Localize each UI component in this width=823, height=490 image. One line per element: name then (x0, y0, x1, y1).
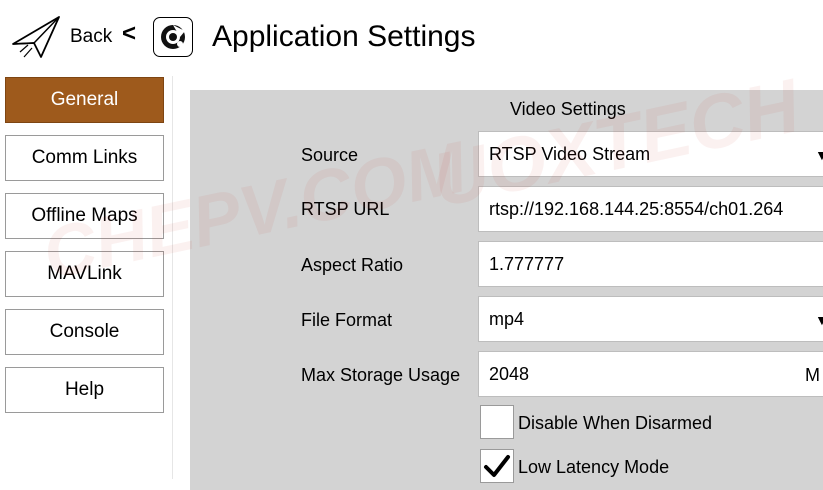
rtsp-url-label: RTSP URL (301, 199, 390, 219)
page-title: Application Settings (212, 20, 476, 53)
source-dropdown[interactable]: RTSP Video Stream (478, 131, 823, 177)
rtsp-url-field[interactable]: rtsp://192.168.144.25:8554/ch01.264 (478, 186, 823, 232)
sidebar-item-general[interactable]: General (5, 77, 164, 123)
qgc-settings-icon (153, 17, 193, 57)
sidebar-item-mavlink[interactable]: MAVLink (5, 251, 164, 297)
file-format-label: File Format (301, 310, 393, 330)
aspect-ratio-field[interactable]: 1.777777 (478, 241, 823, 287)
section-title-video-settings: Video Settings (510, 99, 626, 119)
paper-plane-icon (12, 16, 60, 58)
sidebar-item-help[interactable]: Help (5, 367, 164, 413)
rtsp-url-value: rtsp://192.168.144.25:8554/ch01.264 (489, 198, 784, 219)
sidebar-item-console[interactable]: Console (5, 309, 164, 355)
chevron-down-icon: ▼ (815, 312, 823, 328)
file-format-dropdown[interactable]: mp4 (478, 296, 823, 342)
low-latency-mode-label: Low Latency Mode (518, 457, 670, 477)
sidebar-item-comm-links[interactable]: Comm Links (5, 135, 164, 181)
breadcrumb-separator: < (122, 20, 137, 47)
chevron-down-icon: ▼ (815, 147, 823, 163)
max-storage-value: 2048 (489, 363, 530, 384)
back-label: Back (70, 26, 113, 47)
max-storage-field[interactable]: 2048 (478, 351, 823, 397)
aspect-ratio-value: 1.777777 (489, 253, 565, 274)
storage-unit: M (805, 365, 820, 385)
checkmark-icon (484, 455, 510, 477)
disable-when-disarmed-checkbox[interactable] (480, 405, 514, 439)
back-button[interactable]: Back (10, 14, 112, 60)
aspect-ratio-label: Aspect Ratio (301, 255, 404, 275)
disable-when-disarmed-label: Disable When Disarmed (518, 413, 713, 433)
max-storage-label: Max Storage Usage (301, 365, 461, 385)
low-latency-mode-checkbox[interactable] (480, 449, 514, 483)
sidebar-item-offline-maps[interactable]: Offline Maps (5, 193, 164, 239)
sidebar-divider (172, 76, 173, 479)
file-format-value: mp4 (489, 308, 525, 329)
source-value: RTSP Video Stream (489, 143, 651, 164)
header-bar: Back < Application Settings (0, 0, 823, 74)
source-label: Source (301, 145, 359, 165)
